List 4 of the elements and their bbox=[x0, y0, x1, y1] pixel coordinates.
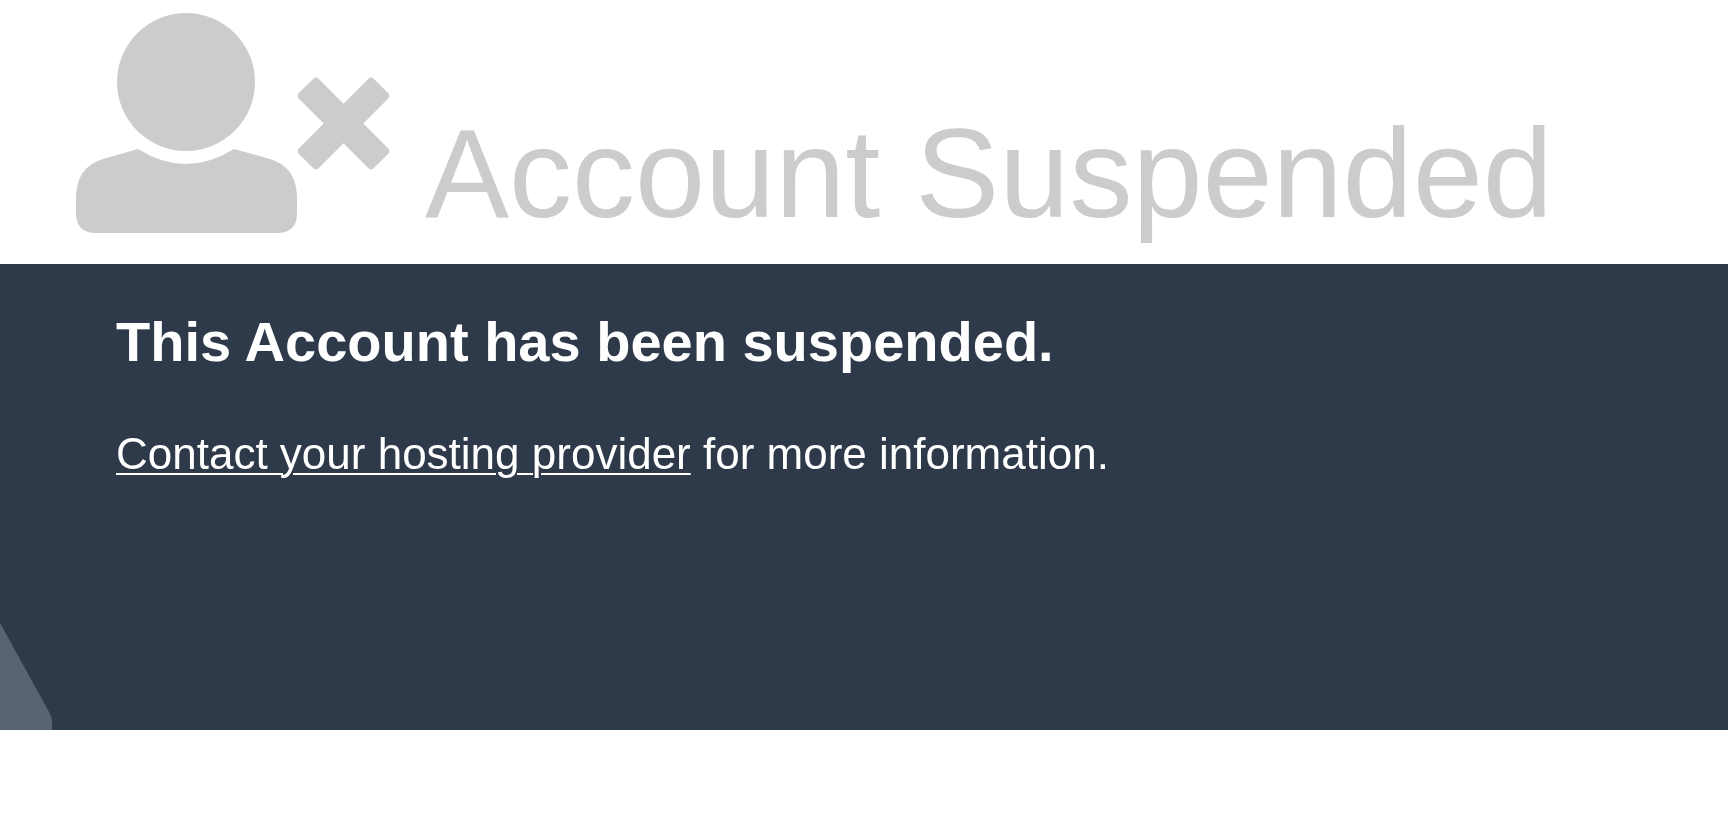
person-with-x-icon bbox=[76, 13, 392, 233]
suspension-heading: This Account has been suspended. bbox=[116, 310, 1054, 375]
hosting-provider-link[interactable]: Contact your hosting provider bbox=[116, 429, 691, 479]
info-message: Contact your hosting provider for more information. bbox=[116, 429, 1109, 480]
